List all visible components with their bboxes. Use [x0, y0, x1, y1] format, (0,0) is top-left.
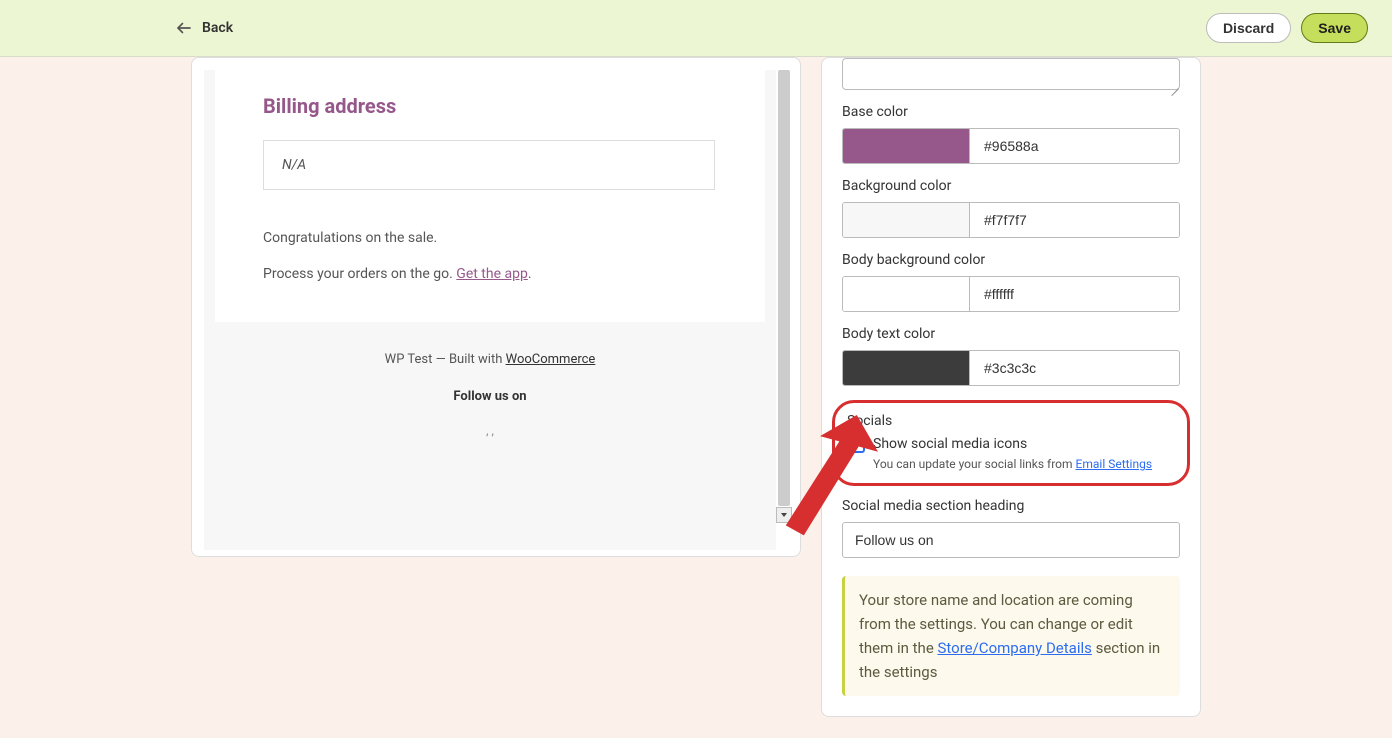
body-text-swatch[interactable] — [843, 351, 969, 385]
show-social-label: Show social media icons — [873, 436, 1027, 452]
bg-color-field — [842, 202, 1180, 238]
top-bar: Back Discard Save — [0, 0, 1392, 57]
bg-color-label: Background color — [842, 178, 1180, 194]
email-footer: WP Test — Built with WooCommerce Follow … — [204, 322, 776, 448]
bg-color-swatch[interactable] — [843, 203, 969, 237]
socials-hint: You can update your social links from Em… — [873, 457, 1175, 471]
body-text-field — [842, 350, 1180, 386]
woocommerce-link[interactable]: WooCommerce — [506, 352, 596, 367]
socials-highlight-box: Socials Show social media icons You can … — [832, 400, 1190, 486]
process-text: Process your orders on the go. Get the a… — [263, 266, 717, 282]
save-button[interactable]: Save — [1301, 13, 1368, 43]
bg-color-input[interactable] — [969, 203, 1179, 237]
arrow-left-icon — [174, 18, 194, 38]
body-text-label: Body text color — [842, 326, 1180, 342]
social-heading-input[interactable] — [842, 522, 1180, 558]
body-bg-label: Body background color — [842, 252, 1180, 268]
settings-panel: Base color Background color Body backgro… — [821, 57, 1201, 717]
social-placeholders: , , — [204, 424, 776, 438]
back-label: Back — [202, 20, 233, 36]
body-text-input[interactable] — [969, 351, 1179, 385]
back-button[interactable]: Back — [174, 18, 233, 38]
social-heading-label: Social media section heading — [842, 498, 1180, 514]
action-buttons: Discard Save — [1206, 13, 1368, 43]
preview-scrollbar[interactable] — [778, 70, 790, 506]
resize-handle-icon[interactable] — [1169, 79, 1179, 89]
congrats-text: Congratulations on the sale. — [263, 230, 717, 246]
email-preview-card: Billing address N/A Congratulations on t… — [191, 57, 801, 557]
base-color-swatch[interactable] — [843, 129, 969, 163]
follow-us-heading: Follow us on — [204, 389, 776, 404]
billing-na-box: N/A — [263, 140, 715, 190]
store-details-link[interactable]: Store/Company Details — [938, 639, 1092, 657]
base-color-label: Base color — [842, 104, 1180, 120]
body-bg-input[interactable] — [969, 277, 1179, 311]
discard-button[interactable]: Discard — [1206, 13, 1291, 43]
scroll-down-button[interactable] — [776, 507, 792, 523]
body-bg-field — [842, 276, 1180, 312]
email-settings-link[interactable]: Email Settings — [1076, 457, 1153, 471]
header-textarea[interactable] — [842, 58, 1180, 90]
base-color-input[interactable] — [969, 129, 1179, 163]
socials-title: Socials — [847, 413, 1175, 429]
body-bg-swatch[interactable] — [843, 277, 969, 311]
store-details-notice: Your store name and location are coming … — [842, 576, 1180, 696]
billing-heading: Billing address — [263, 94, 717, 118]
show-social-checkbox[interactable] — [847, 435, 865, 453]
get-app-link[interactable]: Get the app — [456, 266, 528, 282]
base-color-field — [842, 128, 1180, 164]
